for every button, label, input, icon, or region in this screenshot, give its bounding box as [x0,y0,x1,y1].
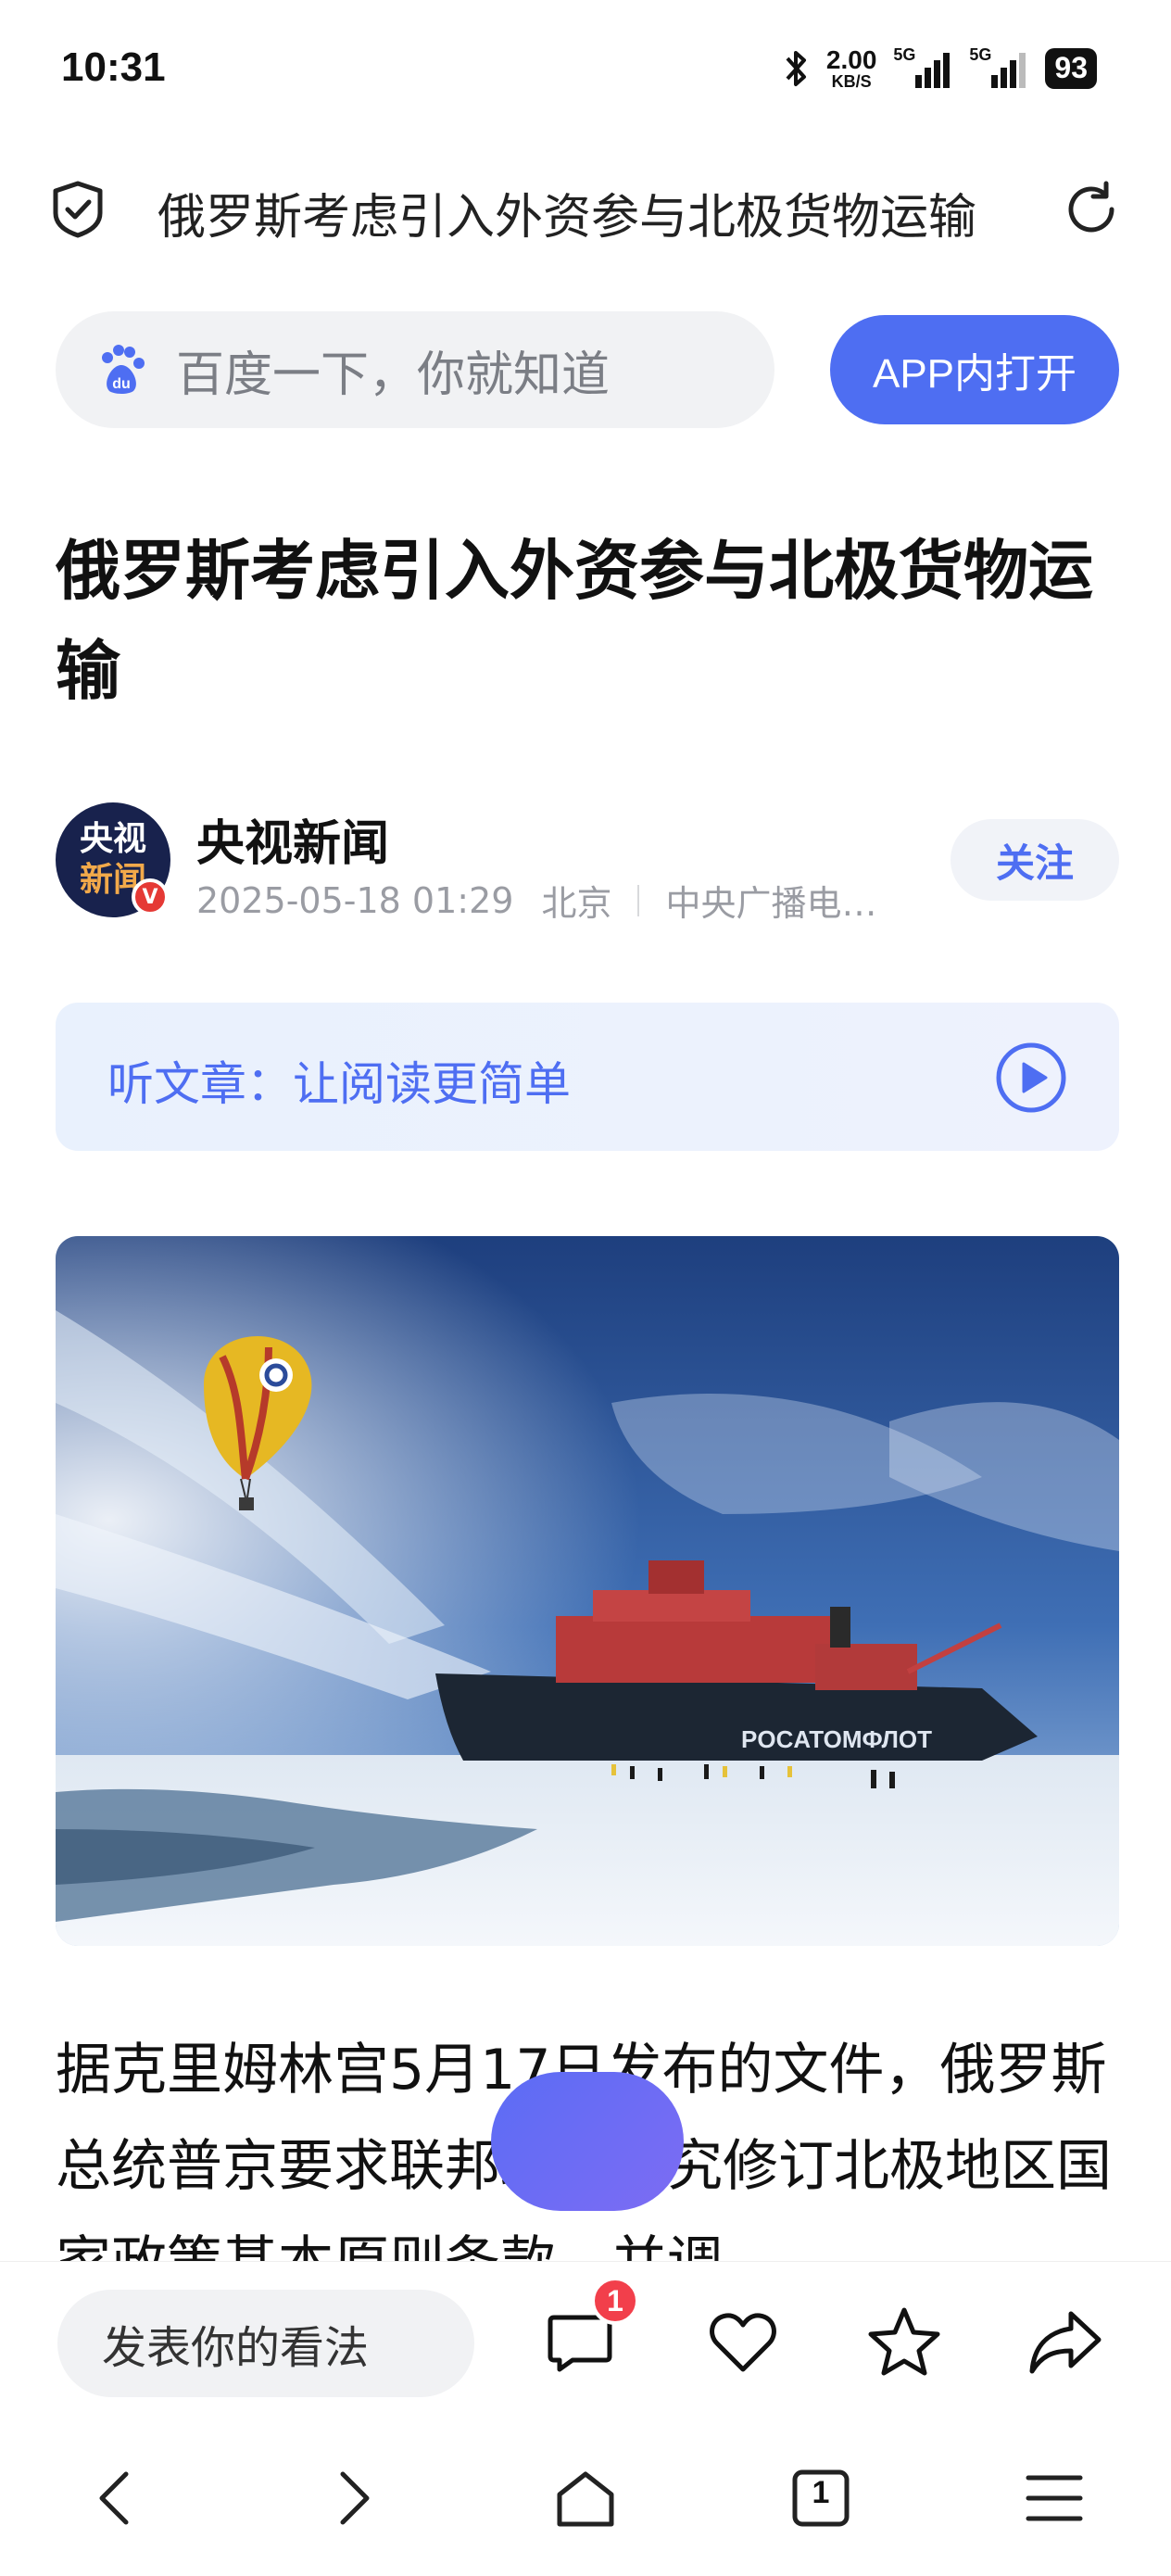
tab-count: 1 [812,2474,830,2510]
svg-text:POCATOMФЛOT: POCATOMФЛOT [741,1725,932,1753]
title-bar: 俄罗斯考虑引入外资参与北极货物运输 [0,158,1171,259]
back-icon[interactable] [82,2463,152,2533]
page-title: 俄罗斯考虑引入外资参与北极货物运输 [157,190,977,246]
listen-article-bar[interactable]: 听文章：让阅读更简单 [56,1003,1119,1151]
browser-nav-bar [0,2418,1171,2576]
svg-text:du: du [112,376,131,392]
menu-icon[interactable] [1019,2463,1089,2533]
play-icon[interactable] [995,1042,1067,1114]
article-photo[interactable]: POCATOMФЛOT [56,1236,1119,1946]
comment-bar: 发表你的看法 1 [0,2261,1171,2418]
open-in-app-button[interactable]: APP内打开 [830,315,1119,424]
author-name[interactable]: 央视新闻 [196,804,389,874]
verified-badge: V [132,878,169,915]
forward-icon[interactable] [317,2463,387,2533]
comment-count-badge: 1 [591,2277,639,2325]
share-icon[interactable] [1026,2303,1104,2380]
publish-location: 北京 [541,883,612,924]
signal-icon: 5G [893,45,952,90]
baidu-paw-icon: du [102,345,145,394]
floating-action-button[interactable] [491,2072,684,2211]
search-input[interactable]: du 百度一下，你就知道 [56,311,774,428]
follow-button[interactable]: 关注 [951,819,1119,901]
network-speed: 2.00 KB/S [825,45,877,91]
home-icon[interactable] [550,2463,621,2533]
refresh-icon[interactable] [1062,180,1121,239]
status-icons: 2.00 KB/S 5G 5G 93 [782,44,1097,93]
like-heart-icon[interactable] [704,2303,782,2380]
signal-icon-2: 5G [969,45,1028,90]
listen-label: 听文章：让阅读更简单 [107,1057,571,1111]
favorite-star-icon[interactable] [865,2303,943,2380]
meta-divider [637,884,640,916]
status-bar: 10:31 2.00 KB/S 5G 5G 93 [0,0,1171,139]
status-time: 10:31 [61,44,166,90]
battery-icon: 93 [1045,48,1097,89]
search-placeholder: 百度一下，你就知道 [176,347,611,403]
publish-datetime: 2025-05-18 01:29 [196,879,514,921]
comment-input[interactable]: 发表你的看法 [57,2290,474,2397]
bluetooth-icon [786,51,806,86]
shield-check-icon[interactable] [50,180,106,239]
article-headline: 俄罗斯考虑引入外资参与北极货物运输 [56,533,1093,709]
author-meta: 2025-05-18 01:29 北京 中央广播电… [196,875,876,926]
publisher-source: 中央广播电… [665,883,877,924]
